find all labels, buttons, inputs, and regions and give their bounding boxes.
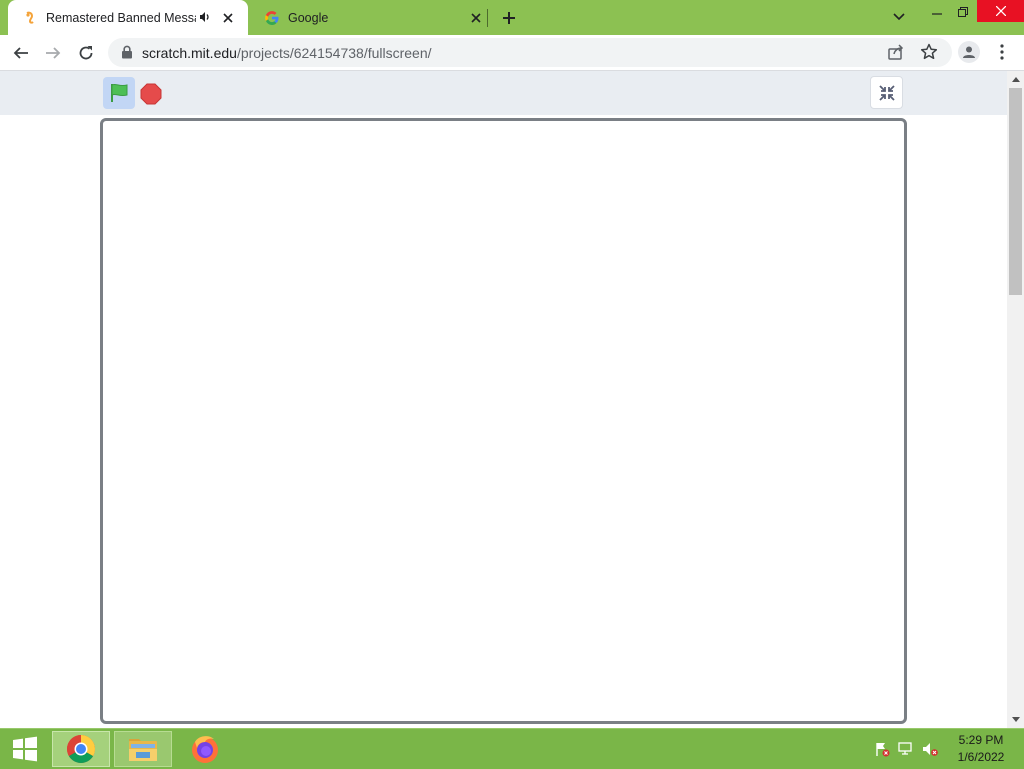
new-tab-button[interactable] [499,8,519,28]
url-path: /projects/624154738/fullscreen/ [236,45,432,61]
tab-strip: Remastered Banned Messag Google [0,0,1024,35]
reload-button[interactable] [73,40,99,66]
tab-title: Remastered Banned Messag [46,10,196,25]
tab-google[interactable]: Google [250,0,486,35]
tab-search-button[interactable] [888,6,910,28]
url-text[interactable]: scratch.mit.edu/projects/624154738/fulls… [142,45,432,61]
unfullscreen-icon [878,84,895,101]
volume-muted-icon[interactable] [921,740,939,758]
google-g-icon [264,10,280,26]
vertical-scrollbar[interactable] [1007,71,1024,728]
forward-button[interactable] [40,40,66,66]
bookmark-star-icon[interactable] [920,43,938,61]
plus-icon [503,12,515,24]
restore-button[interactable] [952,0,974,24]
tab-separator [487,9,488,27]
windows-taskbar: 5:29 PM 1/6/2022 [0,728,1024,769]
taskbar-chrome[interactable] [52,731,110,767]
start-button[interactable] [0,729,50,769]
arrow-left-icon [13,47,28,59]
scratch-fullscreen-page [0,71,1007,728]
scroll-down-arrow-icon[interactable] [1007,711,1024,728]
action-center-flag-icon[interactable] [873,740,891,758]
close-window-button[interactable] [977,0,1024,22]
more-vertical-icon [1000,44,1004,60]
network-icon[interactable] [897,740,915,758]
browser-menu-button[interactable] [993,42,1011,62]
green-flag-button[interactable] [103,77,135,109]
clock-date: 1/6/2022 [957,750,1005,764]
windows-logo-icon [13,736,37,762]
close-tab-icon[interactable] [220,10,236,26]
close-icon [995,6,1006,16]
taskbar-file-explorer[interactable] [114,731,172,767]
profile-avatar-icon[interactable] [958,41,980,63]
chrome-icon [67,735,95,763]
restore-icon [958,7,968,17]
firefox-icon [192,736,218,763]
file-explorer-icon [129,739,157,761]
system-clock[interactable]: 5:29 PM 1/6/2022 [948,732,1014,766]
clock-time: 5:29 PM [958,733,1004,747]
address-bar[interactable]: scratch.mit.edu/projects/624154738/fulls… [108,38,952,67]
back-button[interactable] [8,40,34,66]
share-icon[interactable] [887,43,905,61]
scrollbar-thumb[interactable] [1009,88,1022,295]
browser-toolbar: scratch.mit.edu/projects/624154738/fulls… [0,35,1024,71]
stage-controls-bar [0,71,1007,115]
minimize-icon [932,13,942,15]
reload-icon [79,46,93,60]
arrow-right-icon [46,47,61,59]
close-tab-icon[interactable] [468,10,484,26]
exit-fullscreen-button[interactable] [870,76,903,109]
minimize-button[interactable] [926,0,948,24]
taskbar-firefox[interactable] [176,731,234,767]
project-stage[interactable] [100,118,907,724]
chevron-down-icon [893,13,905,21]
scroll-up-arrow-icon[interactable] [1007,71,1024,88]
tab-scratch-project[interactable]: Remastered Banned Messag [8,0,248,35]
speaker-icon[interactable] [198,10,214,26]
lock-icon[interactable] [120,45,134,59]
scratch-cat-icon [22,10,38,26]
stop-sign-icon [140,83,162,105]
green-flag-icon [111,83,128,102]
url-host: scratch.mit.edu [142,45,237,61]
tab-title: Google [288,10,329,25]
stop-button[interactable] [140,83,162,105]
